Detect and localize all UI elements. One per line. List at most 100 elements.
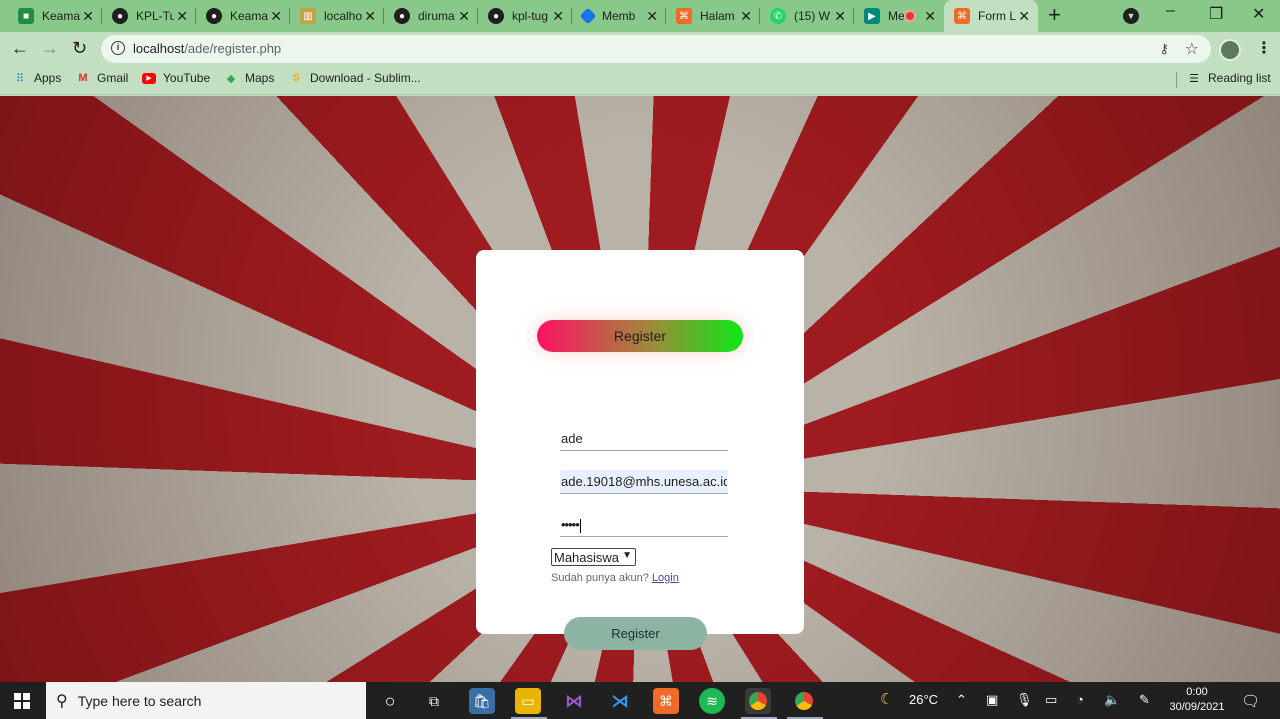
temperature-text[interactable]: 26°C — [909, 692, 938, 707]
close-icon[interactable]: ✕ — [552, 8, 564, 24]
volume-icon[interactable]: 🔈 — [1104, 692, 1120, 708]
key-icon[interactable]: ⚷ — [1159, 41, 1169, 57]
bookmark-gmail[interactable]: M Gmail — [76, 71, 128, 85]
bookmark-label: Apps — [34, 71, 62, 85]
bookmark-label: Download - Sublim... — [310, 71, 421, 85]
url-text: localhost/ade/register.php — [133, 41, 281, 56]
restore-button[interactable]: ❐ — [1209, 4, 1223, 24]
tab-2[interactable]: ● Keama ✕ — [196, 0, 290, 32]
clock-date: 30/09/2021 — [1169, 701, 1225, 713]
youtube-icon: ▶ — [142, 72, 156, 84]
reading-list-button[interactable]: ☰ Reading list — [1187, 71, 1271, 85]
bookmark-maps[interactable]: ◆ Maps — [224, 71, 275, 85]
bookmark-label: Gmail — [97, 71, 129, 85]
address-bar[interactable]: i localhost/ade/register.php ⚷ ☆ — [101, 35, 1211, 63]
apps-grid-icon: ⠿ — [15, 72, 25, 85]
tab-strip: ■ Keama ✕ ● KPL-Tu ✕ ● Keama ✕ ▥ localho… — [0, 0, 1280, 32]
login-prompt: Sudah punya akun? Login — [551, 572, 679, 584]
bookmarks-bar: ⠿ Apps M Gmail ▶ YouTube ◆ Maps S Downlo… — [0, 66, 1280, 95]
close-icon[interactable]: ✕ — [1018, 8, 1030, 24]
tab-title: (15) W — [794, 9, 830, 23]
windows-start-icon[interactable] — [14, 693, 30, 709]
chrome-icon[interactable] — [745, 688, 771, 714]
close-icon[interactable]: ✕ — [924, 8, 936, 24]
file-explorer-icon[interactable]: ▭ — [515, 688, 541, 714]
vscode-icon[interactable]: ⋊ — [607, 688, 633, 714]
xampp-icon[interactable]: ⌘ — [653, 688, 679, 714]
tab-3[interactable]: ▥ localho ✕ — [290, 0, 384, 32]
tab-8[interactable]: ✆ (15) W ✕ — [760, 0, 854, 32]
new-tab-button[interactable]: + — [1048, 4, 1061, 26]
reload-button[interactable]: ↻ — [72, 38, 87, 58]
cortana-icon[interactable]: ○ — [377, 688, 403, 714]
email-input[interactable] — [560, 470, 728, 494]
store-icon[interactable]: 🛍 — [469, 688, 495, 714]
bookmark-sublime[interactable]: S Download - Sublim... — [289, 71, 421, 85]
bookmark-star-icon[interactable]: ☆ — [1185, 39, 1199, 59]
tab-10-active[interactable]: ⌘ Form L ✕ — [944, 0, 1038, 32]
task-view-icon[interactable]: ⧉ — [421, 688, 447, 714]
xampp-icon: ⌘ — [954, 8, 970, 24]
wifi-icon[interactable]: ◔ — [1076, 692, 1084, 707]
menu-icon[interactable]: ⋮ — [1256, 38, 1272, 58]
close-icon[interactable]: ✕ — [458, 8, 470, 24]
tab-title: KPL-Tu — [136, 9, 174, 23]
battery-icon[interactable]: ▭ — [1045, 692, 1057, 708]
text-caret — [579, 518, 581, 533]
tab-5[interactable]: ● kpl-tug ✕ — [478, 0, 572, 32]
whatsapp-icon: ✆ — [770, 8, 786, 24]
tab-4[interactable]: ● diruma ✕ — [384, 0, 478, 32]
tab-title: localho — [324, 9, 362, 23]
bookmark-label: YouTube — [163, 71, 211, 85]
url-path: /ade/register.php — [184, 41, 282, 56]
password-mask: ••••• — [561, 517, 580, 532]
password-input[interactable]: ••••• — [560, 513, 728, 537]
chevron-up-icon[interactable]: ⌃ — [956, 692, 967, 708]
close-icon[interactable]: ✕ — [270, 8, 282, 24]
chrome-profile-icon[interactable] — [791, 688, 817, 714]
notifications-icon[interactable]: 🗨 — [1241, 692, 1260, 710]
tab-title: Keama — [230, 9, 268, 23]
tab-search-icon[interactable]: ▼ — [1123, 8, 1139, 24]
pen-icon[interactable]: ✎ — [1139, 692, 1150, 708]
close-icon[interactable]: ✕ — [646, 8, 658, 24]
bookmark-youtube[interactable]: ▶ YouTube — [142, 71, 210, 85]
username-input[interactable] — [560, 427, 728, 451]
close-icon[interactable]: ✕ — [740, 8, 752, 24]
close-icon[interactable]: ✕ — [364, 8, 376, 24]
close-icon[interactable]: ✕ — [834, 8, 846, 24]
microphone-icon[interactable]: 🎙 — [1016, 692, 1033, 708]
register-card: Register ••••• Mahasiswa ▼ Sudah punya a… — [476, 250, 804, 634]
tab-6[interactable]: Memb ✕ — [572, 0, 666, 32]
tab-1[interactable]: ● KPL-Tu ✕ — [102, 0, 196, 32]
spotify-icon[interactable]: ≋ — [699, 688, 725, 714]
system-clock[interactable]: 0:00 30/09/2021 — [1166, 685, 1228, 715]
windows-taskbar: ⚲ Type here to search ○ ⧉ 🛍 ▭ ⋈ ⋊ ⌘ ≋ ☾ … — [0, 682, 1280, 719]
tab-7[interactable]: ⌘ Halam ✕ — [666, 0, 760, 32]
login-link[interactable]: Login — [652, 572, 679, 584]
bookmarks-divider — [1176, 72, 1177, 88]
bookmark-apps[interactable]: ⠿ Apps — [13, 71, 61, 85]
browser-toolbar: ← → ↻ i localhost/ade/register.php ⚷ ☆ ⋮ — [0, 32, 1280, 66]
meet-now-icon[interactable]: ▣ — [986, 692, 998, 708]
forward-button[interactable]: → — [41, 38, 59, 58]
back-button[interactable]: ← — [11, 38, 29, 58]
register-submit-button[interactable]: Register — [564, 617, 707, 650]
tab-0[interactable]: ■ Keama ✕ — [8, 0, 102, 32]
taskbar-search-box[interactable]: ⚲ Type here to search — [46, 682, 366, 719]
close-icon[interactable]: ✕ — [176, 8, 188, 24]
minimize-button[interactable]: – — [1166, 2, 1175, 20]
site-info-icon[interactable]: i — [111, 41, 125, 55]
login-prompt-text: Sudah punya akun? — [551, 572, 649, 584]
visual-studio-icon[interactable]: ⋈ — [561, 688, 587, 714]
role-select[interactable]: Mahasiswa ▼ — [551, 548, 636, 566]
weather-moon-icon[interactable]: ☾ — [880, 690, 893, 708]
url-host: localhost — [133, 41, 185, 56]
close-window-button[interactable]: ✕ — [1252, 4, 1265, 24]
github-icon: ● — [394, 8, 410, 24]
close-icon[interactable]: ✕ — [82, 8, 94, 24]
tab-9[interactable]: ▶ Me ✕ — [854, 0, 944, 32]
profile-avatar[interactable] — [1219, 39, 1241, 61]
tab-title: Form L — [978, 9, 1016, 23]
maps-icon: ◆ — [226, 72, 236, 85]
